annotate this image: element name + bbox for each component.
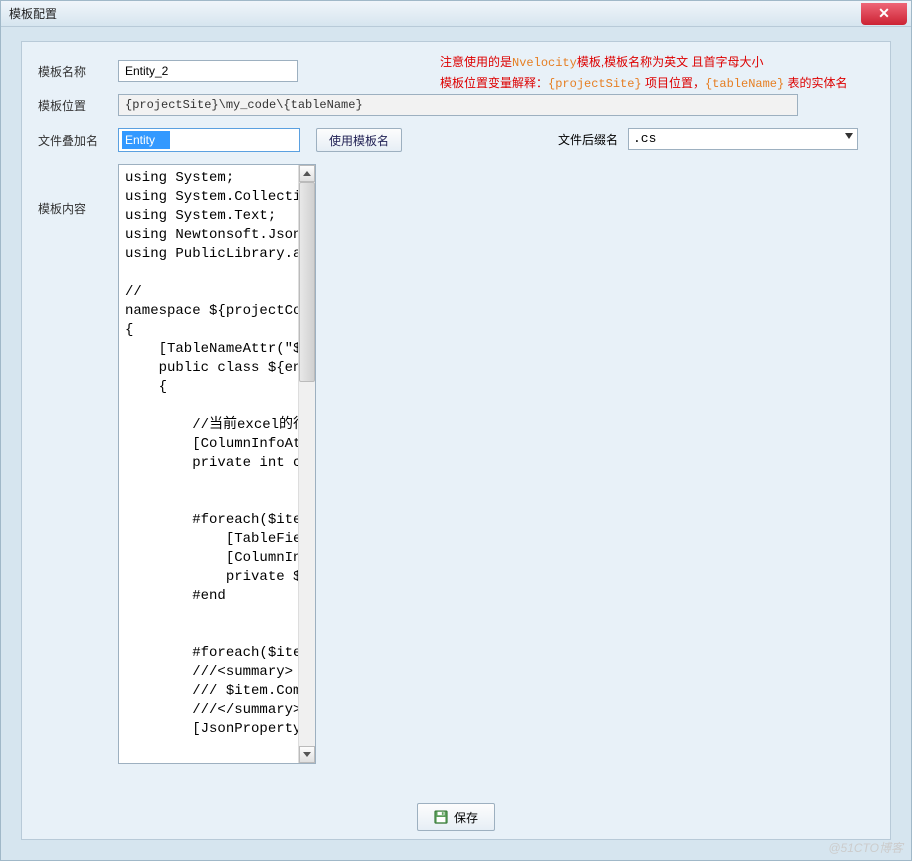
file-append-input[interactable] bbox=[119, 129, 299, 151]
row-template-location: 模板位置 bbox=[38, 94, 874, 116]
row-template-content: 模板内容 bbox=[38, 164, 874, 764]
template-location-input[interactable] bbox=[118, 94, 798, 116]
label-template-name: 模板名称 bbox=[38, 63, 118, 80]
save-row: 保存 bbox=[22, 803, 890, 831]
template-name-input[interactable] bbox=[118, 60, 298, 82]
scrollbar-track[interactable] bbox=[298, 165, 315, 763]
arrow-up-icon bbox=[303, 171, 311, 176]
close-button[interactable]: ✕ bbox=[861, 3, 907, 25]
scroll-up-button[interactable] bbox=[299, 165, 315, 182]
save-icon bbox=[434, 810, 448, 824]
file-ext-value: .cs bbox=[633, 131, 656, 146]
scroll-down-button[interactable] bbox=[299, 746, 315, 763]
content-panel: 注意使用的是Nvelocity模板,模板名称为英文 且首字母大小 模板位置变量解… bbox=[21, 41, 891, 840]
template-content-textarea[interactable] bbox=[118, 164, 316, 764]
row-file-append: 文件叠加名 使用模板名 文件后缀名 .cs bbox=[38, 128, 874, 152]
save-label: 保存 bbox=[454, 809, 478, 826]
code-area-wrap bbox=[118, 164, 316, 764]
scrollbar-thumb[interactable] bbox=[299, 182, 315, 382]
label-template-location: 模板位置 bbox=[38, 97, 118, 114]
use-template-name-button[interactable]: 使用模板名 bbox=[316, 128, 402, 152]
watermark: @51CTO博客 bbox=[828, 839, 903, 856]
window: 模板配置 ✕ 注意使用的是Nvelocity模板,模板名称为英文 且首字母大小 … bbox=[0, 0, 912, 861]
save-button[interactable]: 保存 bbox=[417, 803, 495, 831]
arrow-down-icon bbox=[303, 752, 311, 757]
row-template-name: 模板名称 bbox=[38, 60, 874, 82]
titlebar: 模板配置 ✕ bbox=[1, 1, 911, 27]
label-file-append: 文件叠加名 bbox=[38, 132, 118, 149]
label-template-content: 模板内容 bbox=[38, 200, 118, 217]
window-title: 模板配置 bbox=[9, 5, 57, 22]
label-file-ext: 文件后缀名 bbox=[558, 131, 618, 148]
close-icon: ✕ bbox=[878, 5, 890, 22]
file-append-wrap bbox=[118, 128, 300, 152]
file-ext-select[interactable]: .cs bbox=[628, 128, 858, 150]
chevron-down-icon bbox=[845, 133, 853, 139]
